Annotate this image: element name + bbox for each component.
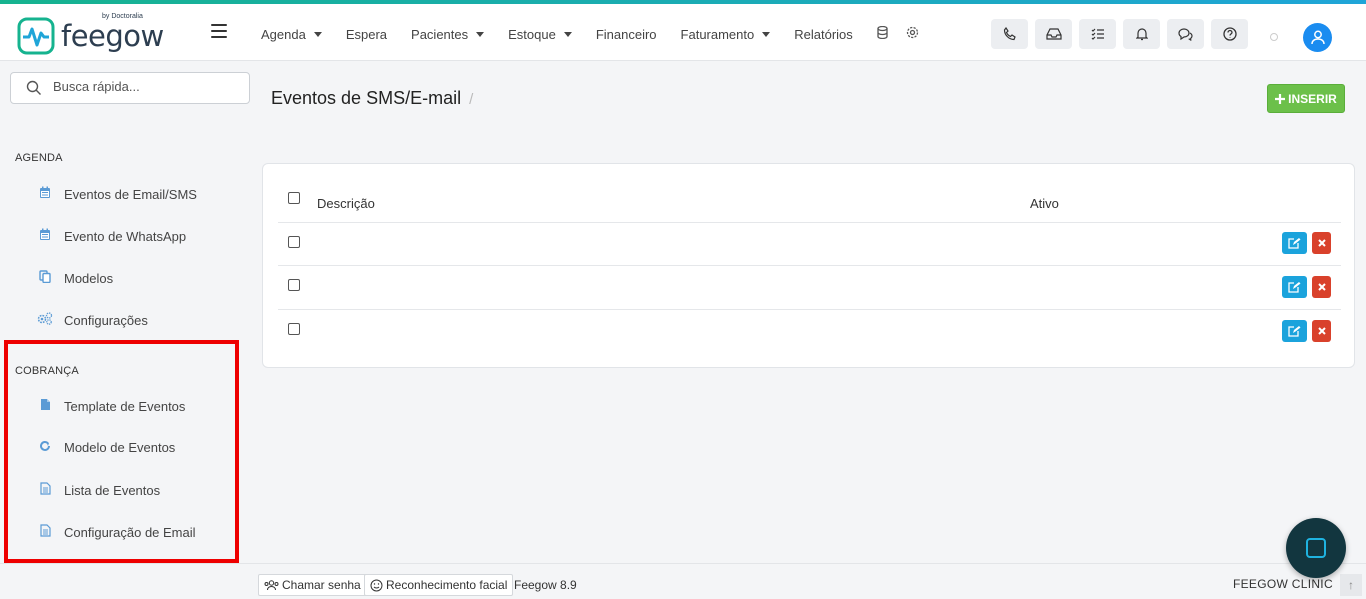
file-text-icon [37, 482, 53, 498]
table-divider [278, 265, 1341, 266]
menu-agenda-label: Agenda [261, 26, 306, 42]
gears-icon [37, 312, 53, 328]
sidebar-item-eventos-email-sms[interactable]: Eventos de Email/SMS [37, 186, 197, 202]
menu-espera-label: Espera [345, 26, 388, 42]
checklist-icon[interactable] [1079, 19, 1116, 49]
face-recognition-label: Reconhecimento facial [386, 578, 508, 592]
help-icon[interactable] [1211, 19, 1248, 49]
sidebar-item-configuracoes[interactable]: Configurações [37, 312, 148, 328]
events-table-panel: Descrição Ativo [262, 163, 1355, 368]
sidebar-item-label: Modelo de Eventos [64, 440, 176, 455]
sidebar-item-template-eventos[interactable]: Template de Eventos [37, 398, 185, 414]
sidebar-item-label: Eventos de Email/SMS [64, 186, 197, 202]
search-input[interactable] [53, 79, 233, 94]
menu-relatorios[interactable]: Relatórios [794, 26, 853, 42]
sidebar-item-label: Evento de WhatsApp [64, 228, 187, 244]
table-divider [278, 222, 1341, 223]
feegow-logo[interactable]: by Doctoralia feegow [17, 13, 164, 55]
sidebar-item-configuracao-email[interactable]: Configuração de Email [37, 524, 196, 540]
delete-icon[interactable] [1312, 320, 1331, 342]
chat-icon[interactable] [1167, 19, 1204, 49]
search-icon [26, 80, 42, 101]
calendar-icon [37, 228, 53, 244]
phone-icon[interactable] [991, 19, 1028, 49]
edit-icon[interactable] [1282, 320, 1307, 342]
sidebar-item-label: Lista de Eventos [64, 482, 161, 498]
call-password-button[interactable]: Chamar senha [258, 574, 367, 596]
chevron-down-icon [313, 31, 322, 37]
face-recognition-button[interactable]: Reconhecimento facial [364, 574, 514, 596]
menu-estoque-label: Estoque [508, 26, 556, 42]
column-header-description: Descrição [317, 196, 375, 211]
main-menu: Agenda Espera Pacientes Estoque Financei… [261, 25, 937, 42]
refresh-icon [37, 440, 53, 455]
user-avatar-icon[interactable] [1303, 23, 1332, 52]
row-checkbox[interactable] [288, 323, 300, 335]
chevron-down-icon [476, 31, 485, 37]
sidebar-item-modelo-eventos[interactable]: Modelo de Eventos [37, 440, 175, 455]
table-divider [278, 309, 1341, 310]
bell-icon[interactable] [1123, 19, 1160, 49]
menu-relatorios-label: Relatórios [794, 26, 853, 42]
quick-search[interactable] [10, 72, 250, 104]
delete-icon[interactable] [1312, 232, 1331, 254]
menu-pacientes-label: Pacientes [411, 26, 469, 42]
call-password-label: Chamar senha [282, 578, 361, 592]
file-icon [37, 398, 53, 414]
clinic-name: FEEGOW CLINIC [1233, 577, 1333, 591]
chevron-down-icon [563, 31, 572, 37]
sidebar-item-label: Template de Eventos [64, 398, 186, 414]
file-text-icon [37, 524, 53, 540]
hamburger-menu-icon[interactable] [211, 24, 227, 38]
status-indicator [1270, 33, 1278, 41]
sidebar-item-modelos[interactable]: Modelos [37, 270, 113, 286]
footer-bar: Chamar senha Reconhecimento facial Feego… [0, 563, 1366, 599]
plus-icon [1275, 93, 1286, 104]
menu-agenda[interactable]: Agenda [261, 26, 322, 42]
insert-button[interactable]: INSERIR [1267, 84, 1345, 113]
page-title-text: Eventos de SMS/E-mail [271, 88, 462, 108]
sidebar-item-label: Modelos [64, 270, 114, 286]
gear-icon[interactable] [906, 26, 919, 42]
sidebar-item-lista-eventos[interactable]: Lista de Eventos [37, 482, 160, 498]
logo-text: feegow [61, 19, 164, 53]
row-checkbox[interactable] [288, 236, 300, 248]
page-title: Eventos de SMS/E-mail / [271, 88, 473, 109]
menu-financeiro[interactable]: Financeiro [596, 26, 657, 42]
sidebar-item-evento-whatsapp[interactable]: Evento de WhatsApp [37, 228, 186, 244]
top-navbar: by Doctoralia feegow Agenda Espera Pacie… [0, 4, 1366, 61]
arrow-up-icon[interactable]: ↑ [1340, 574, 1362, 596]
delete-icon[interactable] [1312, 276, 1331, 298]
menu-faturamento[interactable]: Faturamento [681, 26, 771, 42]
menu-espera[interactable]: Espera [346, 26, 387, 42]
edit-icon[interactable] [1282, 276, 1307, 298]
column-header-active: Ativo [1030, 196, 1059, 211]
edit-icon[interactable] [1282, 232, 1307, 254]
support-chat-button[interactable] [1286, 518, 1346, 578]
row-checkbox[interactable] [288, 279, 300, 291]
logo-mark-icon [17, 17, 55, 55]
database-icon[interactable] [877, 25, 888, 42]
sidebar-heading-cobranca: COBRANÇA [15, 365, 79, 377]
breadcrumb-separator: / [469, 91, 474, 108]
insert-button-label: INSERIR [1288, 91, 1337, 106]
copy-icon [37, 270, 53, 286]
sidebar-item-label: Configuração de Email [64, 524, 196, 540]
inbox-icon[interactable] [1035, 19, 1072, 49]
chevron-down-icon [762, 31, 771, 37]
menu-faturamento-label: Faturamento [680, 26, 755, 42]
chat-widget-icon [1306, 538, 1326, 558]
calendar-icon [37, 186, 53, 202]
menu-estoque[interactable]: Estoque [508, 26, 572, 42]
smile-icon [370, 579, 383, 591]
app-version: Feegow 8.9 [514, 578, 577, 592]
sidebar-heading-agenda: AGENDA [15, 152, 63, 164]
menu-financeiro-label: Financeiro [595, 26, 657, 42]
select-all-checkbox[interactable] [288, 192, 300, 204]
sidebar-item-label: Configurações [64, 312, 148, 328]
top-action-buttons [991, 19, 1255, 49]
users-icon [264, 579, 279, 590]
menu-pacientes[interactable]: Pacientes [411, 26, 485, 42]
